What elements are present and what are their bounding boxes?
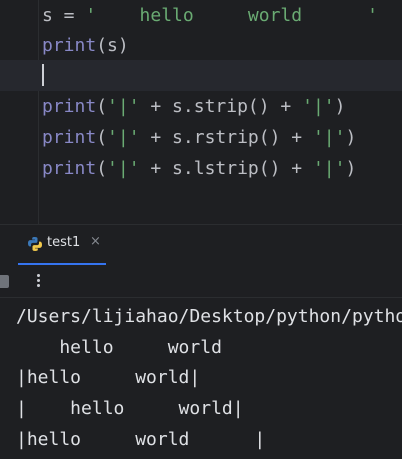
code-text: (: [96, 127, 108, 148]
string-literal: '|': [107, 127, 140, 148]
tab-test1[interactable]: test1 ×: [18, 225, 106, 265]
string-literal: '|': [312, 158, 346, 179]
print-keyword: print: [42, 35, 97, 56]
text-caret: [42, 64, 44, 86]
python-icon: [28, 237, 42, 251]
code-line-6[interactable]: print('|' + s.lstrip() + '|'): [42, 153, 356, 184]
code-text: (: [96, 158, 108, 179]
stop-icon[interactable]: [0, 275, 9, 288]
console-output[interactable]: /Users/lijiahao/Desktop/python/pytho hel…: [0, 298, 402, 459]
string-literal: '|': [107, 96, 140, 117]
print-keyword: print: [42, 158, 97, 179]
more-options-icon[interactable]: [35, 273, 41, 289]
code-editor[interactable]: s = ' hello world ' print(s) print('|' +…: [0, 0, 402, 224]
console-line: |hello world |: [16, 429, 266, 450]
string-literal: '|': [107, 158, 140, 179]
console-line: /Users/lijiahao/Desktop/python/pytho: [16, 306, 402, 327]
print-keyword: print: [42, 127, 97, 148]
code-text: (: [96, 96, 108, 117]
run-tool-window-tabs: test1 ×: [0, 224, 402, 265]
console-line: |hello world|: [16, 367, 201, 388]
tab-label: test1: [47, 235, 81, 250]
code-text: ): [345, 158, 357, 179]
code-line-4[interactable]: print('|' + s.strip() + '|'): [42, 91, 345, 122]
code-line-1[interactable]: s = ' hello world ': [42, 0, 378, 31]
code-text: ): [345, 127, 357, 148]
code-text: + s.lstrip() +: [139, 158, 313, 179]
console-line: hello world: [16, 337, 222, 358]
code-text: s =: [42, 5, 86, 26]
console-line: | hello world|: [16, 398, 244, 419]
print-keyword: print: [42, 96, 97, 117]
string-literal: '|': [312, 127, 346, 148]
code-line-5[interactable]: print('|' + s.rstrip() + '|'): [42, 122, 356, 153]
code-text: ): [334, 96, 346, 117]
string-literal: '|': [302, 96, 335, 117]
code-text: + s.strip() +: [139, 96, 303, 117]
code-text: + s.rstrip() +: [139, 127, 313, 148]
current-line-highlight[interactable]: [0, 60, 402, 91]
code-text: (s): [96, 35, 129, 56]
code-line-2[interactable]: print(s): [42, 30, 129, 61]
close-icon[interactable]: ×: [90, 234, 101, 249]
run-toolbar: [0, 265, 402, 298]
string-literal: ' hello world ': [85, 5, 378, 26]
gutter-divider: [38, 0, 39, 224]
